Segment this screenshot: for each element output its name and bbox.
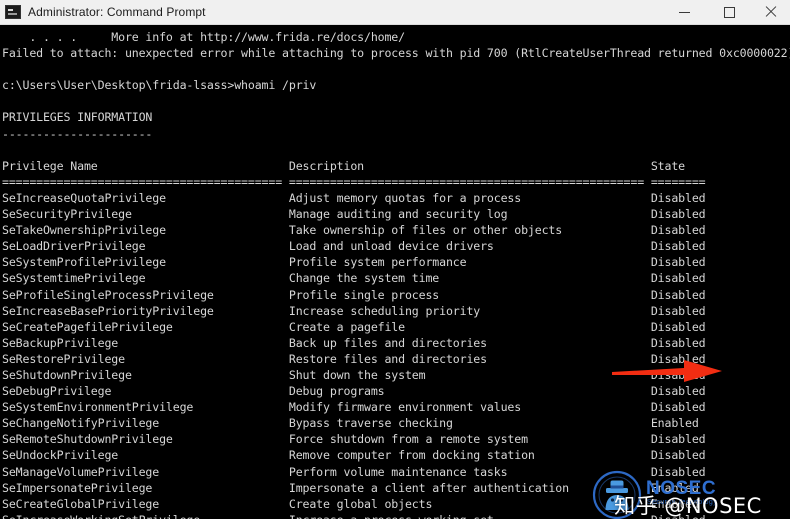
maximize-button[interactable] xyxy=(707,0,752,25)
console-line: SeChangeNotifyPrivilege Bypass traverse … xyxy=(2,416,699,431)
console-line: SeIncreaseBasePriorityPrivilege Increase… xyxy=(2,303,706,318)
console-line: SeShutdownPrivilege Shut down the system… xyxy=(2,367,706,382)
title-bar[interactable]: Administrator: Command Prompt xyxy=(0,0,790,25)
console-line: SeLoadDriverPrivilege Load and unload de… xyxy=(2,239,706,254)
console-line: SeDebugPrivilege Debug programs Disabled xyxy=(2,384,706,399)
console-line: ---------------------- xyxy=(2,126,153,141)
console-line: SeBackupPrivilege Back up files and dire… xyxy=(2,335,706,350)
minimize-icon xyxy=(679,11,690,13)
console-line: SeImpersonatePrivilege Impersonate a cli… xyxy=(2,480,699,495)
console-line: Privilege Name Description State xyxy=(2,158,686,173)
console-line: SeCreatePagefilePrivilege Create a pagef… xyxy=(2,319,706,334)
console-line: SeUndockPrivilege Remove computer from d… xyxy=(2,448,706,463)
console-text: . . . . More info at http://www.frida.re… xyxy=(0,25,790,519)
console-line: ========================================… xyxy=(2,174,706,189)
console-line: SeSystemProfilePrivilege Profile system … xyxy=(2,255,706,270)
console-line: SeTakeOwnershipPrivilege Take ownership … xyxy=(2,223,706,238)
console-line: SeIncreaseWorkingSetPrivilege Increase a… xyxy=(2,512,790,519)
close-icon xyxy=(765,6,777,18)
command-prompt-icon xyxy=(5,5,21,19)
console-line: SeManageVolumePrivilege Perform volume m… xyxy=(2,464,706,479)
minimize-button[interactable] xyxy=(662,0,707,25)
console-line: SeProfileSingleProcessPrivilege Profile … xyxy=(2,287,706,302)
console-line: SeIncreaseQuotaPrivilege Adjust memory q… xyxy=(2,190,706,205)
console-line: PRIVILEGES INFORMATION xyxy=(2,110,153,125)
console-line: SeSystemEnvironmentPrivilege Modify firm… xyxy=(2,400,706,415)
console-line: c:\Users\User\Desktop\frida-lsass>whoami… xyxy=(2,78,317,93)
console-line: SeCreateGlobalPrivilege Create global ob… xyxy=(2,496,699,511)
console-line: . . . . More info at http://www.frida.re… xyxy=(2,30,405,44)
window-title: Administrator: Command Prompt xyxy=(28,5,206,19)
console-line: SeRemoteShutdownPrivilege Force shutdown… xyxy=(2,432,706,447)
close-button[interactable] xyxy=(752,0,790,25)
console-line: Failed to attach: unexpected error while… xyxy=(2,46,790,61)
console-output-area[interactable]: . . . . More info at http://www.frida.re… xyxy=(0,25,790,519)
console-line: SeSecurityPrivilege Manage auditing and … xyxy=(2,207,706,222)
console-line: SeRestorePrivilege Restore files and dir… xyxy=(2,351,706,366)
command-prompt-window: Administrator: Command Prompt . . . . Mo… xyxy=(0,0,790,519)
title-bar-left: Administrator: Command Prompt xyxy=(0,5,662,19)
maximize-icon xyxy=(724,6,735,18)
console-line: SeSystemtimePrivilege Change the system … xyxy=(2,271,706,286)
window-controls xyxy=(662,0,790,25)
